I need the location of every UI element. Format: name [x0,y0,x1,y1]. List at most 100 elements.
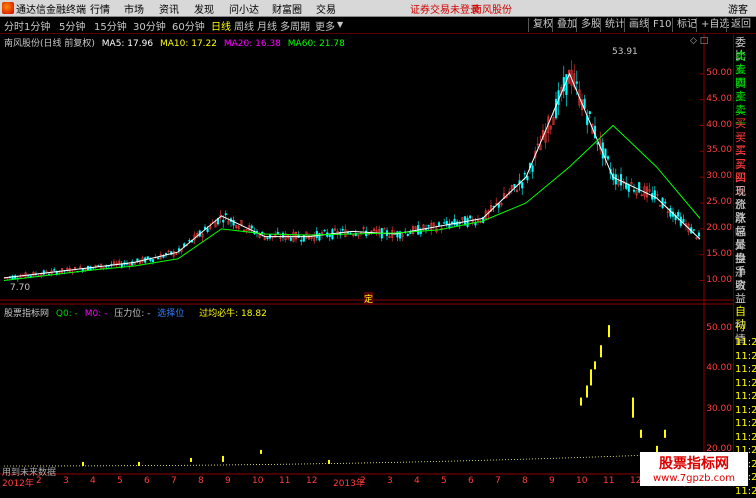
tick-time: 11:29 [735,485,756,497]
candle-body [120,264,123,268]
candle-body [554,98,558,119]
quote-field-label: 收益 [735,279,746,305]
menu-item-discover[interactable]: 发现 [194,1,214,16]
candle-body [146,256,149,260]
candle-body [289,237,292,241]
app-logo-icon [2,2,14,14]
period-tab-5min[interactable]: 5分钟 [59,18,85,33]
trend-label: 过均必牛: 18.82 [199,309,267,319]
login-status[interactable]: 证券交易未登录 [410,1,480,16]
tick-time: 11:29 [735,404,756,416]
more-chevron-icon[interactable]: ▼ [337,20,343,29]
x-axis-tick: 3 [387,476,393,486]
candle-body [53,269,56,271]
x-axis-tick: 7 [495,476,501,486]
indicator-mark [640,429,642,438]
selected-label: 选择位 [157,309,185,319]
indicator-mark [260,449,262,454]
indicator-axis-tick: 30.00 [706,403,732,414]
back-button[interactable]: 返回 [726,18,756,32]
candle-body [565,74,568,96]
menu-item-market[interactable]: 行情 [90,1,110,16]
candle-body [261,231,264,234]
period-tab-multi[interactable]: 多周期 [280,18,310,33]
indicator-mark [586,385,588,398]
candle-body [266,237,269,239]
price-axis-tick: 50.00 [706,67,732,78]
candle-body [669,208,672,217]
candle-body [224,213,227,215]
menu-item-trade[interactable]: 交易 [316,1,336,16]
period-tab-more[interactable]: 更多 [315,18,335,33]
x-axis-year-2012: 2012年 [2,479,34,489]
watermark-url: www.7gpzb.com [653,473,735,484]
period-tab-weekly[interactable]: 周线 [234,18,254,33]
x-axis-tick: 5 [117,476,123,486]
indicator-mark [608,325,610,338]
stock-title: 南风股份(日线 前复权) [4,39,95,49]
period-tab-monthly[interactable]: 月线 [257,18,277,33]
indicator-mark [138,461,140,466]
menu-item-ask[interactable]: 问小达 [229,1,259,16]
period-tab-1min[interactable]: 1分钟 [24,18,50,33]
candle-body [443,222,446,224]
price-axis-tick: 45.00 [706,93,732,104]
x-axis-tick: 10 [576,476,588,486]
price-axis-tick: 30.00 [706,171,732,182]
period-tab-daily[interactable]: 日线 [211,18,231,33]
candle-body [531,165,534,172]
price-axis-tick: 20.00 [706,222,732,233]
price-axis-tick: 10.00 [706,274,732,285]
candle-body [606,156,610,160]
x-axis-tick: 5 [441,476,447,486]
candle-body [627,184,630,192]
indicator-mark [190,457,192,462]
indicator-mark [580,397,582,406]
menu-item-markets[interactable]: 市场 [124,1,144,16]
period-tab-intraday[interactable]: 分时 [4,18,24,33]
candle-body [300,239,303,242]
app-title: 通达信金融终端 [16,5,86,16]
user-label[interactable]: 游客 [728,1,748,16]
chart-options-icon[interactable]: ◇ □ [690,36,708,46]
candle-body [206,228,209,232]
site-watermark: 股票指标网 www.7gpzb.com [640,452,748,486]
period-tab-30min[interactable]: 30分钟 [133,18,166,33]
menu-item-news[interactable]: 资讯 [159,1,179,16]
price-axis-tick: 40.00 [706,119,732,130]
stock-legend: 南风股份(日线 前复权) MA5: 17.96 MA10: 17.22 MA20… [4,36,345,49]
menu-item-wealth[interactable]: 财富圈 [272,1,302,16]
period-tab-60min[interactable]: 60分钟 [172,18,205,33]
candle-body [469,215,472,219]
price-axis-tick: 35.00 [706,145,732,156]
candle-body [521,182,524,189]
indicator-mark [222,455,224,462]
candle-body [677,212,680,217]
stock-name-link[interactable]: 南风股份 [472,1,512,16]
kline-chart[interactable] [0,34,733,487]
candle-body [97,265,100,267]
indicator-axis-tick: 50.00 [706,323,732,334]
x-axis-tick: 3 [63,476,69,486]
tick-time: 11:27 [735,350,756,362]
ma5-label: MA5: 17.96 [101,39,154,49]
candle-body [157,257,160,260]
indicator-mark [328,459,330,464]
ma60-label: MA60: 21.78 [287,39,345,49]
x-axis-tick: 7 [171,476,177,486]
x-axis-tick: 12 [306,476,318,486]
candle-body [29,275,32,277]
settle-marker: 定 [364,292,374,305]
candle-body [302,234,305,242]
tick-time: 11:29 [735,431,756,443]
candle-body [222,219,225,223]
candle-body [664,201,667,204]
candle-body [328,234,331,237]
candle-body [575,81,578,84]
candle-body [276,231,279,234]
price-axis-tick: 15.00 [706,248,732,259]
candle-body [692,229,695,231]
candle-body [406,233,409,236]
period-tab-15min[interactable]: 15分钟 [94,18,127,33]
tick-time: 11:27 [735,337,756,348]
